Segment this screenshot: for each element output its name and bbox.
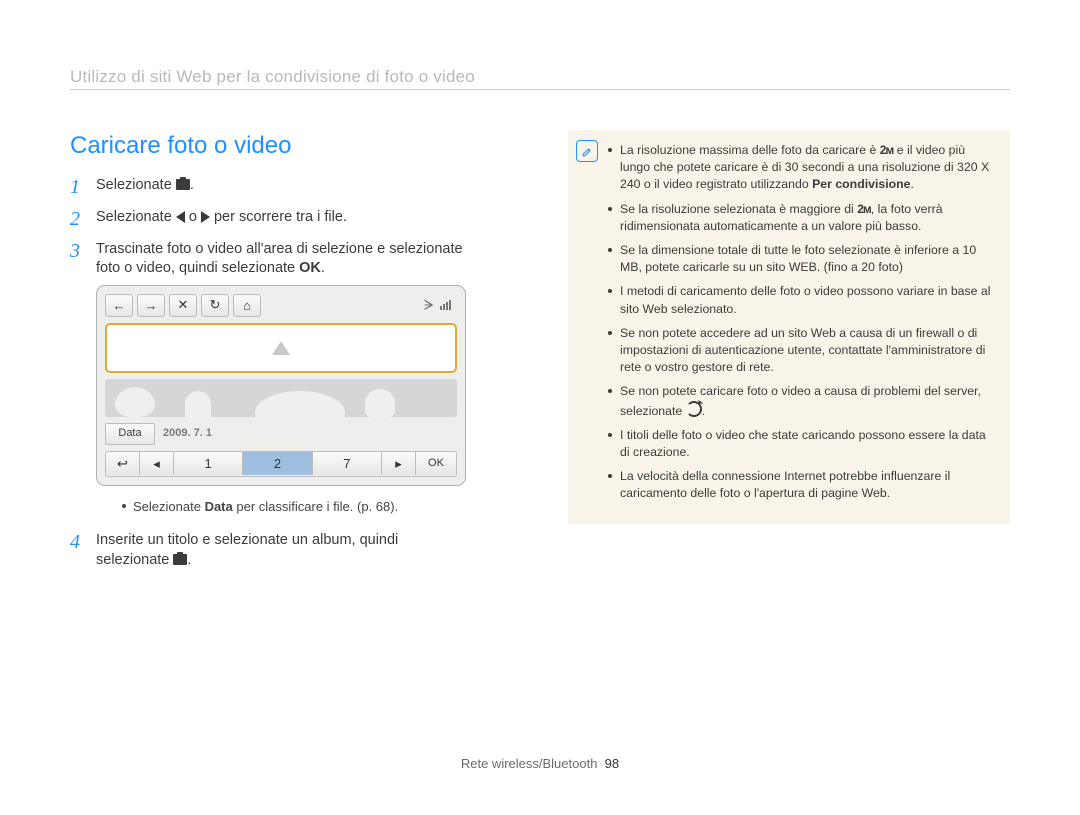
note-icon	[576, 140, 598, 162]
data-button[interactable]: Data	[105, 423, 155, 445]
pager-prev-button[interactable]: ◂	[140, 452, 174, 475]
note-item: Se non potete caricare foto o video a ca…	[608, 383, 996, 419]
note-item: I metodi di caricamento delle foto o vid…	[608, 283, 996, 317]
thumb-icon	[115, 387, 155, 417]
nav-back-button[interactable]: ←	[105, 294, 133, 317]
step-3: 3 Trascinate foto o video all'area di se…	[70, 240, 512, 516]
right-column: La risoluzione massima delle foto da car…	[568, 130, 1010, 582]
thumb-icon	[365, 389, 395, 417]
left-column: Caricare foto o video 1 Selezionate . 2 …	[70, 130, 512, 582]
step-number: 1	[70, 174, 80, 201]
page-footer: Rete wireless/Bluetooth 98	[70, 755, 1010, 773]
pager-next-button[interactable]: ▸	[382, 452, 416, 475]
nav-close-button[interactable]: ✕	[169, 294, 197, 317]
note-list: La risoluzione massima delle foto da car…	[608, 142, 996, 503]
columns: Caricare foto o video 1 Selezionate . 2 …	[70, 130, 1010, 582]
camera-icon	[173, 554, 187, 565]
antenna-icon: ᗒ	[424, 296, 434, 315]
footer-page-number: 98	[605, 756, 619, 771]
pager-page[interactable]: 1	[174, 452, 243, 475]
step-text: Selezionate o per scorrere tra i file.	[96, 209, 347, 225]
step-subnote: Selezionate Data per classificare i file…	[122, 498, 512, 516]
step-text: Inserite un titolo e selezionate un albu…	[96, 532, 398, 568]
thumb-icon	[255, 391, 345, 417]
device-screenshot: ← → ✕ ↻ ⌂ ᗒ	[96, 285, 466, 486]
pencil-note-icon	[581, 145, 594, 158]
nav-home-button[interactable]: ⌂	[233, 294, 261, 317]
note-item: Se non potete accedere ad un sito Web a …	[608, 325, 996, 377]
bullet-icon	[122, 504, 126, 508]
running-header: Utilizzo di siti Web per la condivisione…	[70, 66, 483, 89]
thumb-icon	[185, 391, 211, 417]
note-item: Se la dimensione totale di tutte le foto…	[608, 242, 996, 276]
note-box: La risoluzione massima delle foto da car…	[568, 130, 1010, 524]
steps-list: 1 Selezionate . 2 Selezionate o per scor…	[70, 176, 512, 570]
resolution-icon: 2м	[880, 142, 894, 159]
arrow-right-icon	[201, 211, 210, 223]
date-bar: Data 2009. 7. 1	[105, 423, 457, 445]
upload-arrow-icon	[272, 341, 290, 355]
step-text: Selezionate .	[96, 177, 194, 193]
device-toolbar: ← → ✕ ↻ ⌂ ᗒ	[105, 294, 457, 317]
pager-ok-button[interactable]: OK	[416, 452, 456, 475]
page: Utilizzo di siti Web per la condivisione…	[70, 74, 1010, 815]
signal-indicator: ᗒ	[418, 296, 457, 315]
note-item: I titoli delle foto o video che state ca…	[608, 427, 996, 461]
note-item: La risoluzione massima delle foto da car…	[608, 142, 996, 194]
header-rule	[70, 89, 1010, 90]
footer-section: Rete wireless/Bluetooth	[461, 756, 598, 771]
nav-forward-button[interactable]: →	[137, 294, 165, 317]
step-number: 2	[70, 206, 80, 233]
arrow-left-icon	[176, 211, 185, 223]
pager: ↩ ◂ 1 2 7 ▸ OK	[105, 451, 457, 477]
pager-page[interactable]: 7	[313, 452, 382, 475]
upload-drop-area[interactable]	[105, 323, 457, 373]
pager-return-button[interactable]: ↩	[106, 452, 140, 475]
step-number: 3	[70, 238, 80, 265]
step-1: 1 Selezionate .	[70, 176, 512, 196]
camera-icon	[176, 179, 190, 190]
date-value: 2009. 7. 1	[163, 426, 212, 441]
step-text: Trascinate foto o video all'area di sele…	[96, 241, 463, 277]
step-number: 4	[70, 529, 80, 556]
thumbnail-strip	[105, 379, 457, 417]
nav-refresh-button[interactable]: ↻	[201, 294, 229, 317]
section-title: Caricare foto o video	[70, 130, 512, 162]
refresh-icon	[686, 401, 702, 417]
signal-bars-icon	[440, 300, 451, 310]
step-2: 2 Selezionate o per scorrere tra i file.	[70, 208, 512, 228]
resolution-icon: 2м	[857, 201, 871, 218]
pager-page[interactable]: 2	[243, 452, 312, 475]
step-4: 4 Inserite un titolo e selezionate un al…	[70, 531, 512, 570]
note-item: La velocità della connessione Internet p…	[608, 468, 996, 502]
note-item: Se la risoluzione selezionata è maggiore…	[608, 201, 996, 235]
